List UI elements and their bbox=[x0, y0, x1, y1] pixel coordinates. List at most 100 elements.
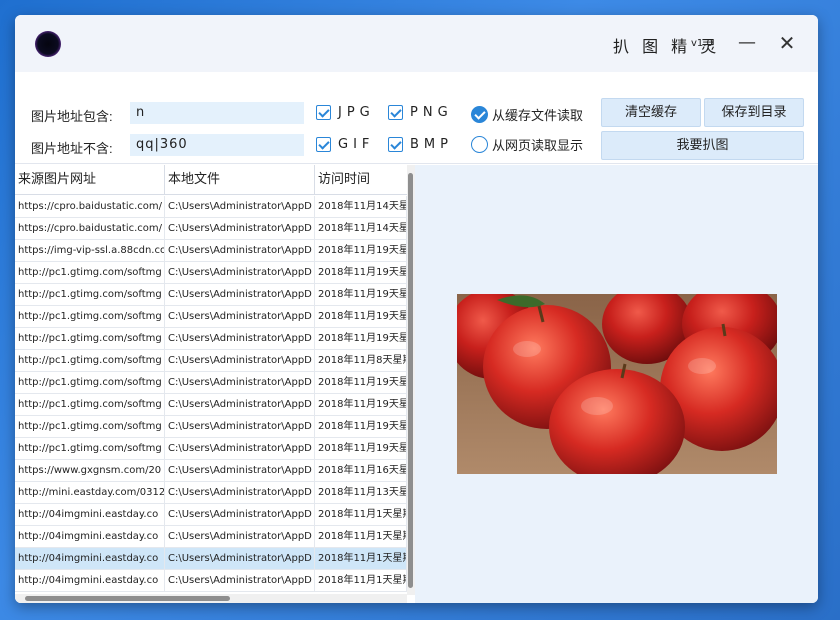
clear-cache-button[interactable]: 清空缓存 bbox=[601, 98, 701, 127]
column-header-local-file[interactable]: 本地文件 bbox=[165, 165, 315, 195]
cell-local-file: C:\Users\Administrator\AppD bbox=[165, 350, 315, 371]
vertical-scrollbar[interactable] bbox=[407, 165, 415, 595]
app-logo-icon bbox=[35, 31, 61, 57]
preview-image bbox=[457, 294, 777, 474]
save-to-dir-button[interactable]: 保存到目录 bbox=[704, 98, 804, 127]
table-row[interactable]: https://cpro.baidustatic.com/C:\Users\Ad… bbox=[15, 218, 407, 240]
radio-read-cache[interactable]: 从缓存文件读取 bbox=[471, 105, 583, 124]
table-row[interactable]: http://pc1.gtimg.com/softmg C:\Users\Admi… bbox=[15, 394, 407, 416]
table-row[interactable]: http://pc1.gtimg.com/softmg C:\Users\Admi… bbox=[15, 284, 407, 306]
cell-source-url: http://pc1.gtimg.com/softmg bbox=[15, 416, 165, 437]
png-label: PNG bbox=[410, 105, 453, 120]
table-row[interactable]: http://04imgmini.eastday.co C:\Users\Admi… bbox=[15, 570, 407, 592]
exclude-input[interactable]: qq|360 bbox=[130, 134, 304, 156]
radio-read-web[interactable]: 从网页读取显示 bbox=[471, 135, 583, 154]
include-input[interactable]: n bbox=[130, 102, 304, 124]
cell-local-file: C:\Users\Administrator\AppD bbox=[165, 504, 315, 525]
checkbox-checked-icon bbox=[388, 105, 403, 120]
cell-source-url: http://mini.eastday.com/0312 bbox=[15, 482, 165, 503]
cell-source-url: http://pc1.gtimg.com/softmg bbox=[15, 350, 165, 371]
cell-access-time: 2018年11月19天星 bbox=[315, 438, 407, 459]
cell-source-url: http://pc1.gtimg.com/softmg bbox=[15, 284, 165, 305]
png-checkbox[interactable]: PNG bbox=[388, 105, 453, 120]
close-button[interactable]: ✕ bbox=[772, 29, 802, 57]
table-row[interactable]: http://pc1.gtimg.com/softmg C:\Users\Admi… bbox=[15, 328, 407, 350]
table-row[interactable]: http://04imgmini.eastday.co C:\Users\Admi… bbox=[15, 526, 407, 548]
cell-local-file: C:\Users\Administrator\AppD bbox=[165, 460, 315, 481]
table-row[interactable]: http://pc1.gtimg.com/softmg C:\Users\Admi… bbox=[15, 438, 407, 460]
cell-source-url: https://cpro.baidustatic.com/ bbox=[15, 218, 165, 239]
cell-access-time: 2018年11月1天星期 bbox=[315, 504, 407, 525]
cell-access-time: 2018年11月16天星 bbox=[315, 460, 407, 481]
cell-local-file: C:\Users\Administrator\AppD bbox=[165, 218, 315, 239]
bmp-checkbox[interactable]: BMP bbox=[388, 137, 453, 152]
checkbox-checked-icon bbox=[388, 137, 403, 152]
cell-source-url: http://04imgmini.eastday.co bbox=[15, 570, 165, 591]
cell-access-time: 2018年11月13天星 bbox=[315, 482, 407, 503]
cell-access-time: 2018年11月1天星期 bbox=[315, 548, 407, 569]
column-header-time[interactable]: 访问时间 bbox=[315, 165, 407, 195]
filter-panel: 图片地址包含: n 图片地址不含: qq|360 JPG PNG GIF BMP… bbox=[15, 72, 818, 164]
cell-local-file: C:\Users\Administrator\AppD bbox=[165, 482, 315, 503]
checkbox-checked-icon bbox=[316, 137, 331, 152]
cell-access-time: 2018年11月8天星期 bbox=[315, 350, 407, 371]
cell-source-url: http://04imgmini.eastday.co bbox=[15, 548, 165, 569]
apples-illustration bbox=[457, 294, 777, 474]
cell-access-time: 2018年11月19天星 bbox=[315, 240, 407, 261]
cell-source-url: http://pc1.gtimg.com/softmg bbox=[15, 394, 165, 415]
jpg-checkbox[interactable]: JPG bbox=[316, 105, 375, 120]
cell-access-time: 2018年11月19天星 bbox=[315, 284, 407, 305]
cell-source-url: https://www.gxgnsm.com/20 bbox=[15, 460, 165, 481]
checkbox-checked-icon bbox=[316, 105, 331, 120]
minimize-button[interactable]: — bbox=[732, 29, 762, 57]
radio-read-cache-label: 从缓存文件读取 bbox=[492, 109, 584, 124]
cell-local-file: C:\Users\Administrator\AppD bbox=[165, 372, 315, 393]
cell-local-file: C:\Users\Administrator\AppD bbox=[165, 196, 315, 217]
table-row[interactable]: https://www.gxgnsm.com/20 C:\Users\Admini… bbox=[15, 460, 407, 482]
table-row[interactable]: http://04imgmini.eastday.co C:\Users\Admi… bbox=[15, 504, 407, 526]
table-row[interactable]: http://pc1.gtimg.com/softmg C:\Users\Admi… bbox=[15, 350, 407, 372]
column-header-source[interactable]: 来源图片网址 bbox=[15, 165, 165, 195]
version-label: v1.0 bbox=[691, 38, 713, 49]
cell-access-time: 2018年11月1天星期 bbox=[315, 526, 407, 547]
table-row[interactable]: http://pc1.gtimg.com/softmg C:\Users\Admi… bbox=[15, 416, 407, 438]
table-row[interactable]: https://img-vip-ssl.a.88cdn.co C:\Users\A… bbox=[15, 240, 407, 262]
cell-access-time: 2018年11月19天星 bbox=[315, 306, 407, 327]
table-body: https://cpro.baidustatic.com/C:\Users\Ad… bbox=[15, 196, 407, 592]
app-window: 扒 图 精 灵 v1.0 — ✕ 图片地址包含: n 图片地址不含: qq|36… bbox=[15, 15, 818, 603]
horizontal-scrollbar[interactable] bbox=[15, 594, 407, 603]
table-row[interactable]: http://mini.eastday.com/0312 C:\Users\Adm… bbox=[15, 482, 407, 504]
table-row[interactable]: https://cpro.baidustatic.com/C:\Users\Ad… bbox=[15, 196, 407, 218]
cell-local-file: C:\Users\Administrator\AppD bbox=[165, 240, 315, 261]
table-row[interactable]: http://pc1.gtimg.com/softmg C:\Users\Admi… bbox=[15, 372, 407, 394]
horizontal-scroll-thumb[interactable] bbox=[25, 596, 230, 601]
cell-source-url: http://04imgmini.eastday.co bbox=[15, 504, 165, 525]
grab-images-button[interactable]: 我要扒图 bbox=[601, 131, 804, 160]
title-bar[interactable]: 扒 图 精 灵 v1.0 — ✕ bbox=[15, 15, 818, 72]
cell-local-file: C:\Users\Administrator\AppD bbox=[165, 262, 315, 283]
vertical-scroll-thumb[interactable] bbox=[408, 173, 413, 588]
cell-local-file: C:\Users\Administrator\AppD bbox=[165, 416, 315, 437]
cell-source-url: http://pc1.gtimg.com/softmg bbox=[15, 438, 165, 459]
cell-access-time: 2018年11月19天星 bbox=[315, 372, 407, 393]
table-row[interactable]: http://pc1.gtimg.com/softmg C:\Users\Admi… bbox=[15, 262, 407, 284]
cell-source-url: http://pc1.gtimg.com/softmg bbox=[15, 328, 165, 349]
cell-source-url: https://cpro.baidustatic.com/ bbox=[15, 196, 165, 217]
cell-local-file: C:\Users\Administrator\AppD bbox=[165, 328, 315, 349]
cell-access-time: 2018年11月14天星 bbox=[315, 196, 407, 217]
cell-access-time: 2018年11月14天星 bbox=[315, 218, 407, 239]
cell-local-file: C:\Users\Administrator\AppD bbox=[165, 548, 315, 569]
cell-source-url: http://pc1.gtimg.com/softmg bbox=[15, 372, 165, 393]
table-row[interactable]: http://04imgmini.eastday.co C:\Users\Admi… bbox=[15, 548, 407, 570]
cell-source-url: https://img-vip-ssl.a.88cdn.co bbox=[15, 240, 165, 261]
cell-access-time: 2018年11月19天星 bbox=[315, 394, 407, 415]
cell-source-url: http://04imgmini.eastday.co bbox=[15, 526, 165, 547]
cell-local-file: C:\Users\Administrator\AppD bbox=[165, 394, 315, 415]
radio-read-web-label: 从网页读取显示 bbox=[492, 139, 584, 154]
cell-local-file: C:\Users\Administrator\AppD bbox=[165, 526, 315, 547]
table-row[interactable]: http://pc1.gtimg.com/softmg C:\Users\Admi… bbox=[15, 306, 407, 328]
image-preview-panel bbox=[415, 165, 818, 603]
gif-checkbox[interactable]: GIF bbox=[316, 137, 374, 152]
cell-local-file: C:\Users\Administrator\AppD bbox=[165, 438, 315, 459]
cell-access-time: 2018年11月19天星 bbox=[315, 416, 407, 437]
